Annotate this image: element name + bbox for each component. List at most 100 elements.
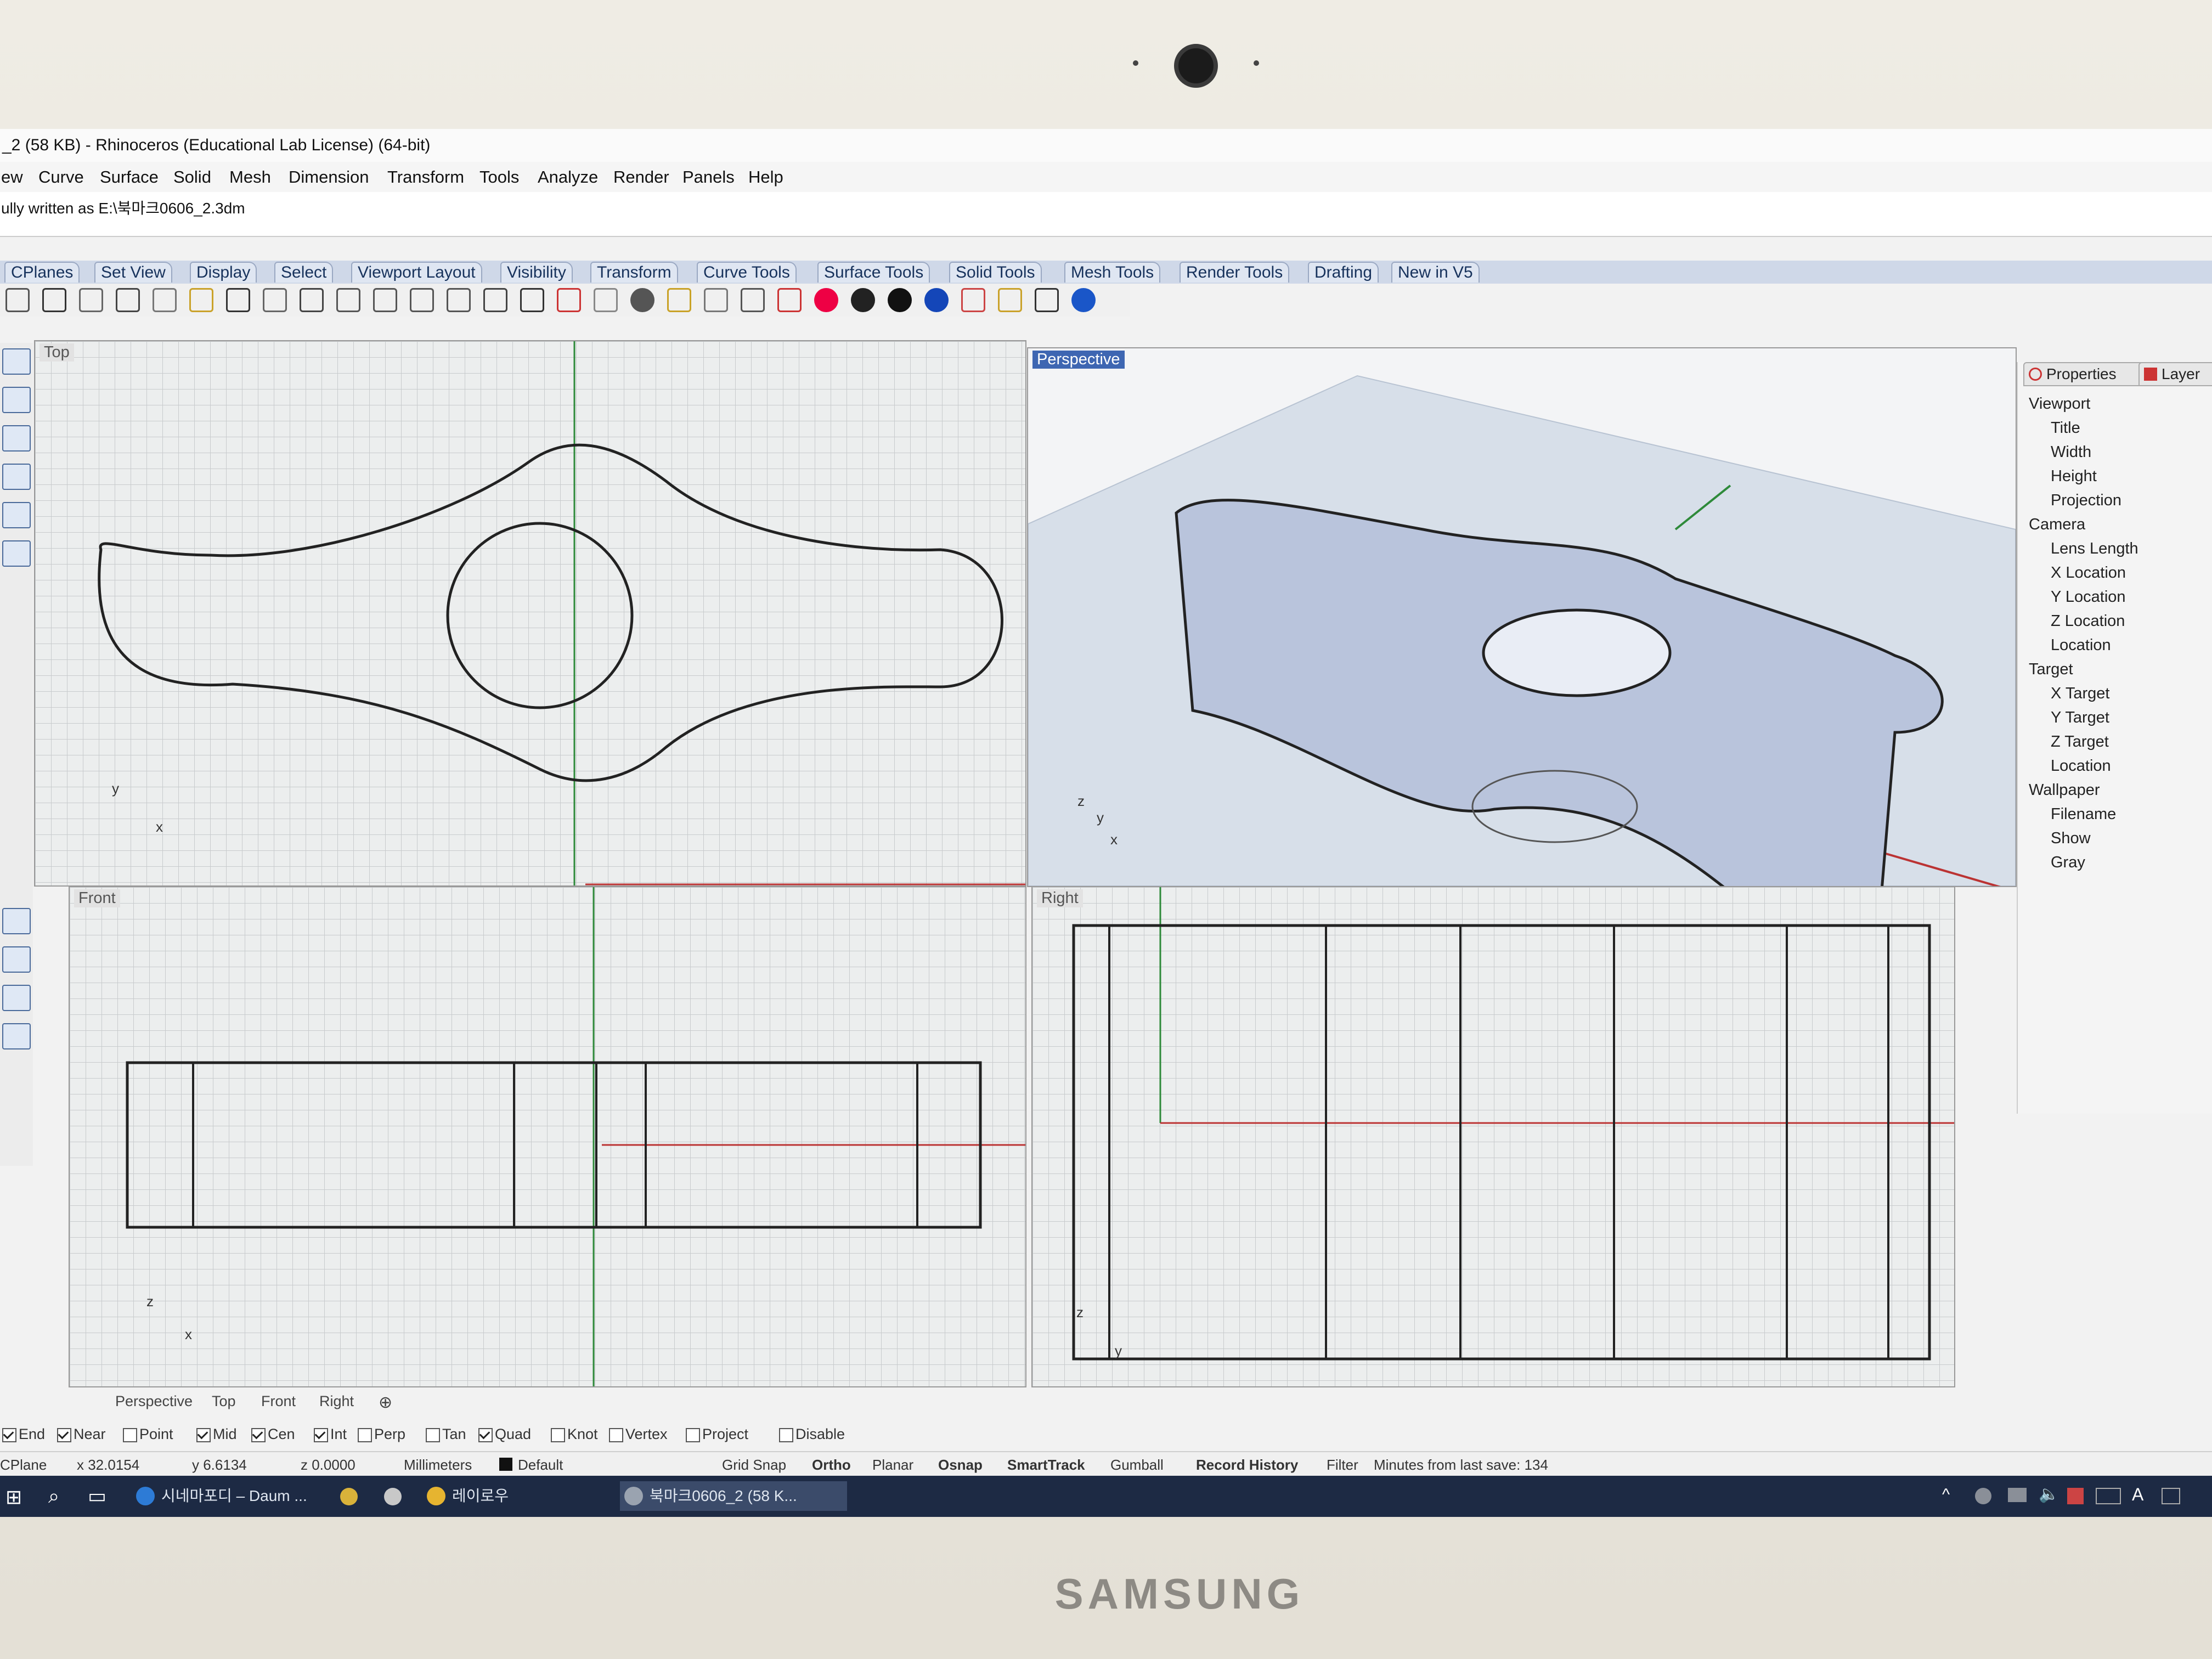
checkbox-icon[interactable] (314, 1427, 328, 1442)
select-points-icon[interactable] (2, 348, 31, 375)
circle-icon[interactable] (630, 288, 654, 312)
property-row[interactable]: Target (2029, 661, 2073, 679)
tab-curve-tools[interactable]: Curve Tools (697, 262, 797, 283)
smarttrack-button[interactable]: SmartTrack (1007, 1457, 1085, 1474)
light-icon[interactable] (704, 288, 728, 312)
osnap-perp[interactable]: Perp (358, 1426, 405, 1443)
ime-icon[interactable]: A (2132, 1485, 2143, 1505)
menu-panels[interactable]: Panels (682, 167, 735, 187)
osnap-end[interactable]: End (2, 1426, 45, 1443)
undo-icon[interactable] (226, 288, 250, 312)
tab-layer[interactable]: Layer (2138, 362, 2212, 386)
checkbox-icon[interactable] (551, 1427, 565, 1442)
checkbox-icon[interactable] (251, 1427, 266, 1442)
osnap-point[interactable]: Point (123, 1426, 173, 1443)
tab-viewport-layout[interactable]: Viewport Layout (351, 262, 482, 283)
tab-drafting[interactable]: Drafting (1308, 262, 1379, 283)
array-icon[interactable] (2, 464, 31, 490)
task-view-icon[interactable]: ▭ (88, 1485, 106, 1508)
checkbox-icon[interactable] (2, 1427, 16, 1442)
tab-set-view[interactable]: Set View (94, 262, 172, 283)
menu-surface[interactable]: Surface (100, 167, 159, 187)
tab-cplanes[interactable]: CPlanes (4, 262, 80, 283)
tab-surface-tools[interactable]: Surface Tools (817, 262, 930, 283)
ortho-button[interactable]: Ortho (812, 1457, 851, 1474)
menu-transform[interactable]: Transform (387, 167, 464, 187)
filter-icon[interactable] (961, 288, 985, 312)
tray-app-icon[interactable] (1975, 1488, 1991, 1504)
zoom-extents-icon[interactable] (410, 288, 434, 312)
cplane-icon[interactable] (594, 288, 618, 312)
viewport-top[interactable]: Top y x (34, 340, 1026, 887)
vptab-perspective[interactable]: Perspective (115, 1393, 193, 1410)
notifications-icon[interactable] (2162, 1488, 2180, 1504)
polyline-tool-icon[interactable] (2, 540, 31, 567)
paste-icon[interactable] (189, 288, 213, 312)
tab-mesh-tools[interactable]: Mesh Tools (1064, 262, 1161, 283)
keyboard-icon[interactable] (2096, 1488, 2121, 1504)
volume-icon[interactable]: 🔈 (2039, 1485, 2059, 1504)
rhino-icon[interactable] (384, 1488, 402, 1505)
help-icon[interactable] (1071, 288, 1096, 312)
four-viewports-icon[interactable] (520, 288, 544, 312)
viewport-front[interactable]: Front z x (69, 886, 1026, 1387)
property-row[interactable]: Camera (2029, 516, 2085, 534)
osnap-vertex[interactable]: Vertex (609, 1426, 668, 1443)
command-area[interactable]: ully written as E:\북마크0606_2.3dm (0, 192, 2212, 237)
pencil-tool-icon[interactable] (2, 1023, 31, 1049)
osnap-mid[interactable]: Mid (196, 1426, 237, 1443)
zoom-window-icon[interactable] (373, 288, 397, 312)
menu-solid[interactable]: Solid (173, 167, 211, 187)
osnap-disable[interactable]: Disable (779, 1426, 845, 1443)
analyze-tool-icon[interactable] (2, 985, 31, 1011)
tab-visibility[interactable]: Visibility (500, 262, 573, 283)
osnap-near[interactable]: Near (57, 1426, 106, 1443)
viewport-label-front[interactable]: Front (74, 889, 120, 907)
point-cloud-icon[interactable] (2, 387, 31, 413)
copy-icon[interactable] (153, 288, 177, 312)
tab-transform[interactable]: Transform (590, 262, 678, 283)
checkbox-icon[interactable] (426, 1427, 440, 1442)
planar-button[interactable]: Planar (872, 1457, 913, 1474)
property-row[interactable]: Wallpaper (2029, 781, 2100, 799)
pan-icon[interactable] (263, 288, 287, 312)
zoom-icon[interactable] (336, 288, 360, 312)
dimension-icon[interactable] (1035, 288, 1059, 312)
menu-curve[interactable]: Curve (38, 167, 84, 187)
grid-snap-button[interactable]: Grid Snap (722, 1457, 786, 1474)
lock-icon[interactable] (741, 288, 765, 312)
render-icon[interactable] (888, 288, 912, 312)
taskbar-item-app[interactable]: 레이로우 (422, 1481, 617, 1511)
car-icon[interactable] (557, 288, 581, 312)
search-icon[interactable]: ⌕ (48, 1485, 59, 1508)
shade-icon[interactable] (851, 288, 875, 312)
chrome-icon[interactable] (340, 1488, 358, 1505)
checkbox-icon[interactable] (686, 1427, 700, 1442)
vptab-top[interactable]: Top (212, 1393, 236, 1410)
transform-tool-icon[interactable] (2, 946, 31, 973)
filter-button[interactable]: Filter (1327, 1457, 1358, 1474)
rotate-view-icon[interactable] (483, 288, 507, 312)
menu-analyze[interactable]: Analyze (538, 167, 598, 187)
osnap-project[interactable]: Project (686, 1426, 748, 1443)
layers-icon[interactable] (777, 288, 802, 312)
gumball-button[interactable]: Gumball (1110, 1457, 1164, 1474)
taskbar-item-browser[interactable]: 시네마포디 – Daum ... (132, 1481, 342, 1511)
tab-display[interactable]: Display (190, 262, 257, 283)
windows-start-icon[interactable]: ⊞ (5, 1486, 22, 1509)
checkbox-icon[interactable] (779, 1427, 793, 1442)
vptab-right[interactable]: Right (319, 1393, 354, 1410)
settings-icon[interactable] (998, 288, 1022, 312)
add-viewport-icon[interactable]: ⊕ (379, 1393, 392, 1412)
osnap-knot[interactable]: Knot (551, 1426, 598, 1443)
menu-dimension[interactable]: Dimension (289, 167, 369, 187)
viewport-perspective[interactable]: Perspective z y x (1027, 347, 2017, 887)
taskbar-item-rhino[interactable]: 북마크0606_2 (58 K... (620, 1481, 847, 1511)
curve-tool-icon[interactable] (2, 425, 31, 452)
sphere-icon[interactable] (924, 288, 949, 312)
tab-new-in-v5[interactable]: New in V5 (1391, 262, 1480, 283)
osnap-int[interactable]: Int (314, 1426, 347, 1443)
osnap-tan[interactable]: Tan (426, 1426, 466, 1443)
battery-icon[interactable] (2008, 1488, 2027, 1502)
checkbox-icon[interactable] (57, 1427, 71, 1442)
